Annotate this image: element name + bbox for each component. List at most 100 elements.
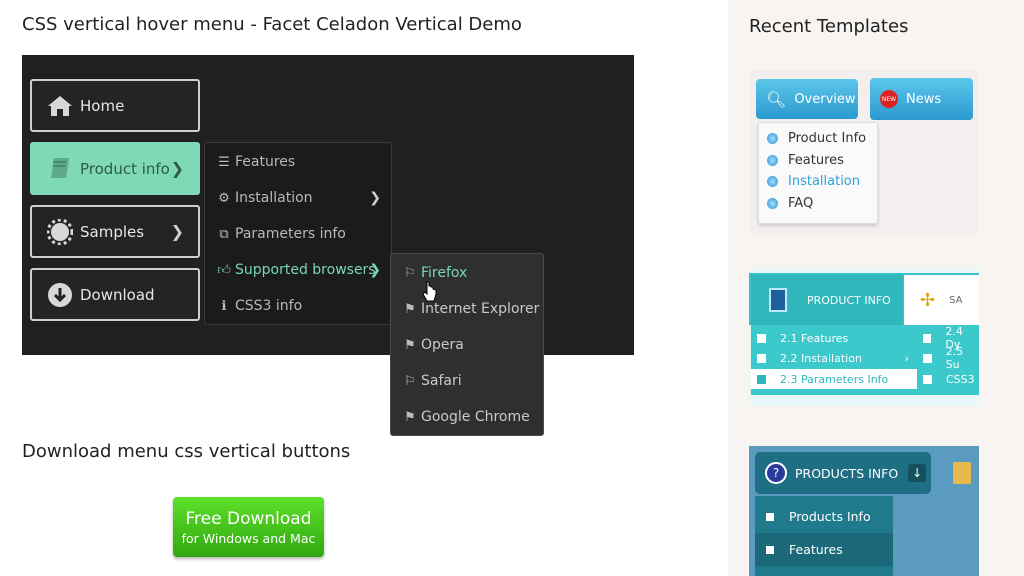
- square-icon: [766, 512, 774, 521]
- thumb-item: Products Info: [755, 500, 893, 533]
- square-icon: [757, 333, 766, 343]
- thumb-item: Features: [755, 533, 893, 566]
- template-thumbnail-3[interactable]: ? PRODUCTS INFO ↓ Products Info Features: [749, 446, 979, 576]
- thumb-tab-label: PRODUCTS INFO: [795, 465, 899, 481]
- download-section-title: Download menu css vertical buttons: [22, 441, 351, 462]
- bullet-icon: [767, 133, 778, 144]
- info-icon: ℹ: [221, 298, 227, 314]
- submenu-item-safari[interactable]: ⚐ Safari: [391, 363, 543, 399]
- thumb-item: 2.2 Installation ›: [751, 348, 909, 368]
- thumb-item-label: 2.2 Installation: [780, 351, 862, 365]
- thumb-item-label: Installation: [788, 174, 861, 189]
- submenu-item-google-chrome[interactable]: ⚑ Google Chrome: [391, 399, 543, 435]
- submenu-item-label: Features: [235, 154, 296, 170]
- thumb-item-label: Products Info: [789, 509, 871, 524]
- thumb-item: Product Info: [767, 131, 866, 146]
- thumb-item: Installation: [767, 174, 860, 189]
- thumb-tab-news: NEW News: [870, 78, 973, 120]
- template-thumbnail-1[interactable]: 🔍︎ Overview NEW News Product Info Featur…: [749, 70, 979, 235]
- thumb-list: Products Info Features: [755, 496, 893, 576]
- flag-icon: ⚐: [404, 373, 416, 389]
- submenu-item-label: CSS3 info: [235, 298, 303, 314]
- submenu-item-css3-info[interactable]: ℹ CSS3 info: [205, 288, 391, 324]
- flag-icon: ⚑: [404, 337, 416, 353]
- menu-item-product-info[interactable]: Product info ❯: [30, 142, 200, 195]
- template-thumbnail-2[interactable]: PRODUCT INFO ✢ SA 2.1 Features 2.2 Insta…: [749, 268, 979, 406]
- chevron-right-icon: ❯: [170, 222, 184, 241]
- menu-item-label: Home: [80, 96, 125, 115]
- device-icon: [769, 288, 787, 312]
- download-button-label: Free Download: [185, 509, 312, 529]
- download-icon: [46, 281, 74, 309]
- thumb-item-label: FAQ: [788, 196, 814, 211]
- recent-templates-title: Recent Templates: [749, 16, 909, 37]
- submenu-item-label: Google Chrome: [421, 409, 530, 425]
- thumb-tab-label: Overview: [794, 91, 856, 107]
- bullet-icon: [767, 155, 778, 166]
- product-submenu: ☰ Features ⚙ Installation ❯ ⧉ Parameters…: [204, 142, 392, 325]
- thumb-tab-product-info: PRODUCT INFO: [751, 275, 903, 325]
- thumb-item-label: Product Info: [788, 131, 867, 146]
- thumb-header: ? PRODUCTS INFO ↓: [755, 452, 931, 494]
- copy-icon: ⧉: [219, 226, 229, 242]
- home-icon: [46, 92, 74, 120]
- menu-item-home[interactable]: Home: [30, 79, 200, 132]
- list-icon: ☰: [218, 154, 230, 170]
- folder-icon: [953, 462, 971, 484]
- submenu-item-firefox[interactable]: ⚐ Firefox: [391, 255, 543, 291]
- thumb-item-label: 2.1 Features: [780, 331, 849, 345]
- flag-checkered-icon: ⚑: [404, 301, 416, 317]
- free-download-button[interactable]: Free Download for Windows and Mac: [173, 497, 324, 557]
- arrow-down-icon: ↓: [908, 464, 927, 482]
- menu-item-label: Samples: [80, 222, 145, 241]
- thumb-body: 2.1 Features 2.2 Installation › 2.3 Param…: [751, 325, 979, 395]
- thumb-item: Features: [767, 153, 844, 168]
- menu-item-download[interactable]: Download: [30, 268, 200, 321]
- magnifier-icon: 🔍︎: [766, 89, 787, 109]
- pinwheel-icon: ✢: [920, 289, 936, 311]
- submenu-item-internet-explorer[interactable]: ⚑ Internet Explorer: [391, 291, 543, 327]
- page-title: CSS vertical hover menu - Facet Celadon …: [22, 14, 522, 35]
- square-icon: [923, 353, 932, 363]
- thumb-item-label: 2.3 Parameters Info: [780, 372, 889, 386]
- chevron-right-icon: ❯: [170, 159, 184, 178]
- thumb-item-label: Features: [789, 542, 843, 557]
- mouse-cursor-icon: [422, 281, 438, 307]
- cogs-icon: ⚙: [218, 190, 230, 206]
- square-icon: [923, 333, 932, 343]
- chevron-right-icon: ❯: [369, 190, 381, 206]
- submenu-item-label: Opera: [421, 337, 464, 353]
- menu-item-samples[interactable]: Samples ❯: [30, 205, 200, 258]
- thumb-dropdown: Product Info Features Installation FAQ: [758, 122, 878, 224]
- submenu-item-label: Firefox: [421, 265, 468, 281]
- submenu-item-label: Parameters info: [235, 226, 346, 242]
- submenu-item-parameters-info[interactable]: ⧉ Parameters info: [205, 216, 391, 252]
- gear-icon: [46, 218, 74, 246]
- thumb-item: 2.3 Parameters Info: [751, 369, 917, 389]
- submenu-item-label: Internet Explorer: [421, 301, 540, 317]
- submenu-item-opera[interactable]: ⚑ Opera: [391, 327, 543, 363]
- thumb-item-label: CSS3: [946, 372, 975, 386]
- thumb-tab-label: News: [906, 91, 942, 107]
- square-icon: [757, 374, 766, 384]
- new-badge-icon: NEW: [880, 90, 898, 108]
- thumb-tab-label: SA: [949, 294, 963, 306]
- download-button-sublabel: for Windows and Mac: [181, 531, 316, 546]
- flag-icon: ⚐: [404, 265, 416, 281]
- thumb-item: CSS3: [917, 369, 979, 389]
- submenu-item-label: Safari: [421, 373, 462, 389]
- thumb-item-label: 2.5 Su: [945, 345, 964, 371]
- thumbs-up-icon: 👍︎: [217, 262, 231, 278]
- browsers-submenu: ⚐ Firefox ⚑ Internet Explorer ⚑ Opera ⚐ …: [390, 253, 544, 436]
- square-icon: [757, 353, 766, 363]
- square-icon: [766, 545, 774, 554]
- thumb-tab-samples: ✢ SA: [904, 275, 979, 325]
- menu-item-label: Download: [80, 285, 155, 304]
- submenu-item-supported-browsers[interactable]: 👍︎ Supported browsers ❯: [205, 252, 391, 288]
- submenu-item-features[interactable]: ☰ Features: [205, 144, 391, 180]
- submenu-item-installation[interactable]: ⚙ Installation ❯: [205, 180, 391, 216]
- chevron-right-icon: ›: [904, 351, 909, 365]
- bullet-icon: [767, 198, 778, 209]
- thumb-item: FAQ: [767, 196, 813, 211]
- thumb-tab-label: PRODUCT INFO: [807, 293, 891, 307]
